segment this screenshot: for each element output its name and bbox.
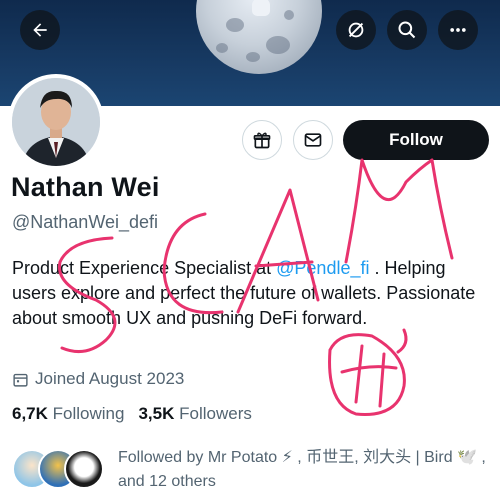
display-name: Nathan Wei xyxy=(11,172,160,202)
avatar-photo xyxy=(12,78,100,166)
profile-avatar[interactable] xyxy=(8,74,104,170)
banner-astronaut-image xyxy=(252,0,270,16)
followed-by-avatars[interactable] xyxy=(12,449,112,489)
back-arrow-icon xyxy=(33,23,47,37)
mail-icon xyxy=(304,133,322,147)
hide-button[interactable] xyxy=(336,10,376,50)
hide-icon xyxy=(348,22,364,38)
search-button[interactable] xyxy=(387,10,427,50)
profile-bio: Product Experience Specialist at @Pendle… xyxy=(12,256,482,331)
more-icon xyxy=(450,28,466,32)
follower-avatar xyxy=(64,449,104,489)
joined-date: Joined August 2023 xyxy=(12,369,184,389)
followers-label: Followers xyxy=(179,404,252,423)
gift-icon xyxy=(253,132,271,149)
bio-text-start: Product Experience Specialist at xyxy=(12,258,277,278)
followed-by-text[interactable]: Followed by Mr Potato ⚡ , 币世王, 刘大头 | Bir… xyxy=(118,446,488,494)
gift-button[interactable] xyxy=(242,120,282,160)
following-label: Following xyxy=(52,404,125,423)
following-link[interactable]: 6,7K Following xyxy=(12,404,124,424)
joined-text: Joined August 2023 xyxy=(35,369,185,388)
follow-stats: 6,7K Following 3,5K Followers xyxy=(12,404,252,424)
followers-link[interactable]: 3,5K Followers xyxy=(138,404,251,424)
bio-mention-link[interactable]: @Pendle_fi xyxy=(276,258,369,278)
follow-button[interactable]: Follow xyxy=(343,120,489,160)
back-button[interactable] xyxy=(20,10,60,50)
search-icon xyxy=(398,21,416,39)
calendar-icon xyxy=(13,373,28,387)
followers-count: 3,5K xyxy=(138,404,175,423)
message-button[interactable] xyxy=(293,120,333,160)
following-count: 6,7K xyxy=(12,404,48,423)
user-handle: @NathanWei_defi xyxy=(12,212,159,232)
more-button[interactable] xyxy=(438,10,478,50)
